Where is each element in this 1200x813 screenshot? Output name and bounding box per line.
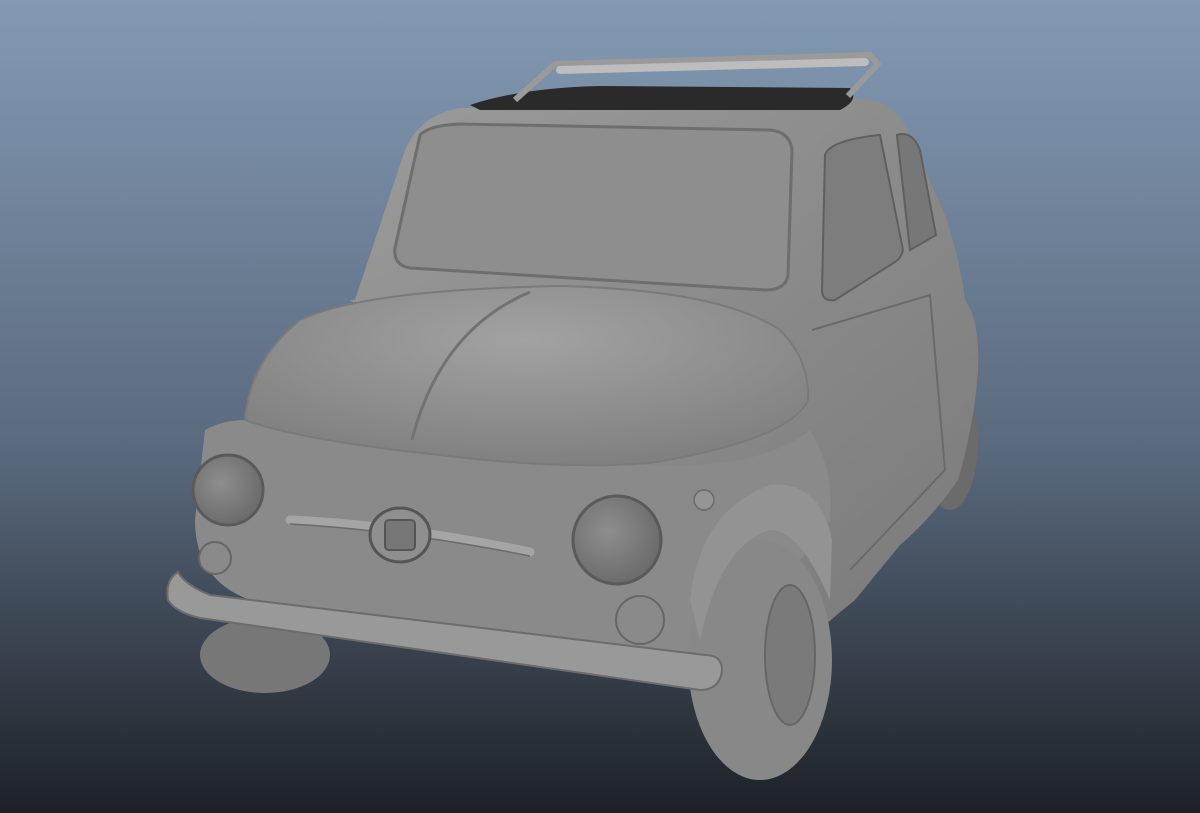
windshield [393,122,794,292]
3d-viewport[interactable] [0,0,1200,813]
side-marker [693,489,715,511]
viewport-canvas [0,0,1200,813]
indicator-right [615,595,665,645]
indicator-left [198,541,232,575]
headlight-right [571,494,663,586]
hood [243,284,810,467]
headlight-left [191,453,265,527]
hubcap [764,584,816,726]
